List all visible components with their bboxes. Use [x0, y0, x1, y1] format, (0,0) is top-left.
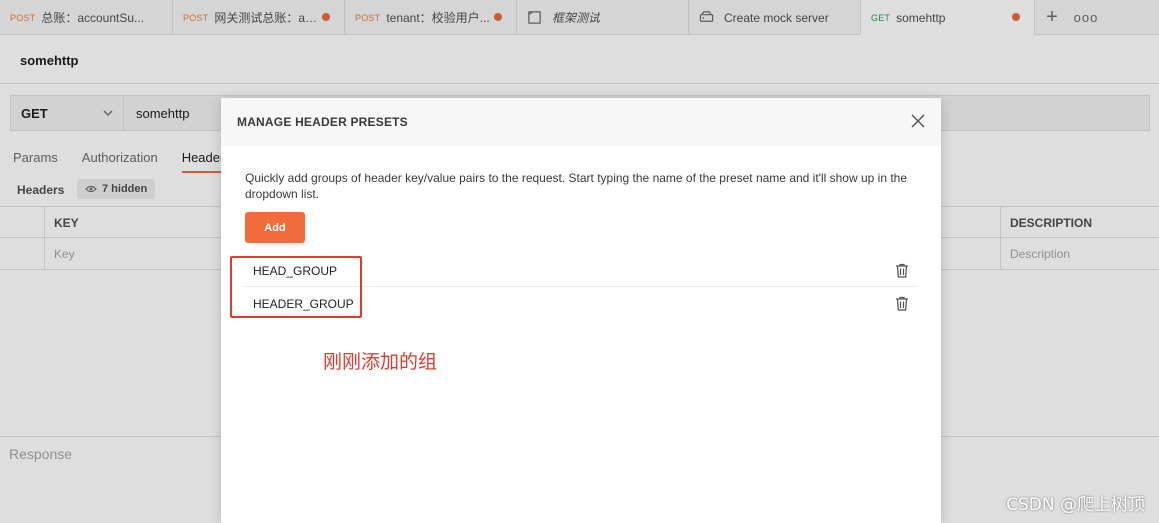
dialog-title: MANAGE HEADER PRESETS	[237, 115, 408, 129]
dialog-description: Quickly add groups of header key/value p…	[245, 171, 908, 201]
watermark: CSDN @爬上树顶	[1006, 495, 1145, 515]
close-icon[interactable]	[911, 114, 925, 128]
dialog-header: MANAGE HEADER PRESETS	[221, 98, 941, 146]
trash-icon[interactable]	[895, 263, 909, 278]
highlight-box	[230, 256, 362, 318]
add-preset-button[interactable]: Add	[245, 212, 305, 243]
annotation-text: 刚刚添加的组	[323, 351, 438, 373]
trash-icon[interactable]	[895, 296, 909, 311]
